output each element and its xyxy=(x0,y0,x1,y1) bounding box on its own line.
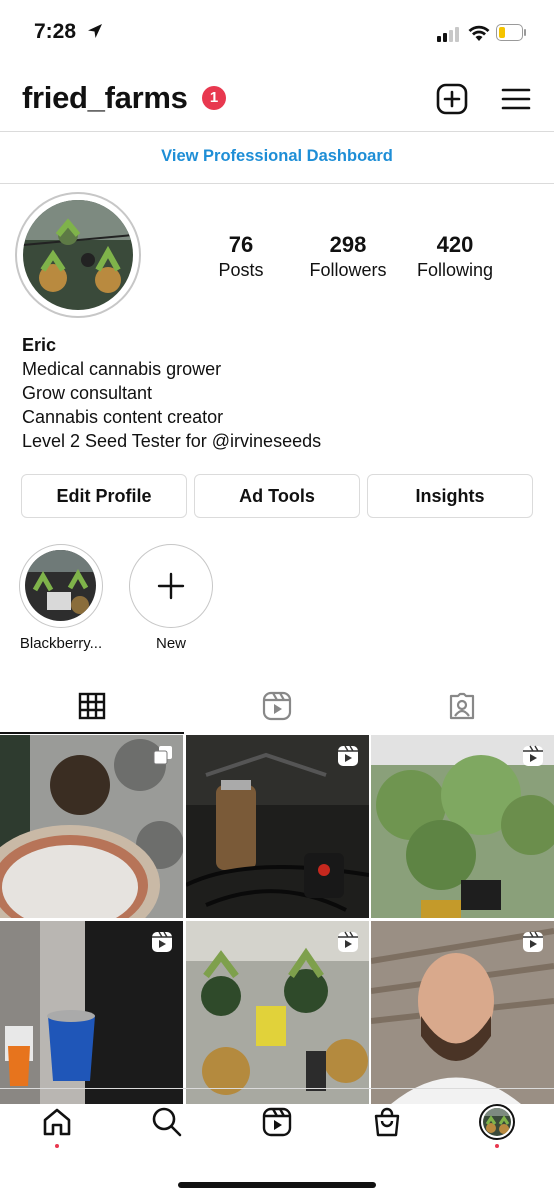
stat-label: Posts xyxy=(218,260,264,280)
highlight-blackberry[interactable] xyxy=(19,544,103,628)
nav-divider xyxy=(0,1088,554,1089)
highlight-label: New xyxy=(155,635,186,652)
home-indicator xyxy=(178,1182,376,1188)
wifi-icon xyxy=(468,25,490,41)
reel-indicator-icon xyxy=(152,931,172,952)
new-highlight-button[interactable] xyxy=(129,544,213,628)
tagged-user-icon xyxy=(449,692,475,720)
header-divider xyxy=(0,131,554,132)
grid-post[interactable] xyxy=(186,921,369,1104)
stat-followers[interactable]: 298 Followers xyxy=(302,232,394,281)
nav-profile[interactable] xyxy=(472,1100,522,1144)
active-tab-indicator xyxy=(0,732,184,734)
ad-tools-button[interactable]: Ad Tools xyxy=(194,474,360,518)
grid-post[interactable] xyxy=(371,921,554,1104)
reel-indicator-icon xyxy=(523,745,543,766)
insights-button[interactable]: Insights xyxy=(367,474,533,518)
profile-bio: Eric Medical cannabis grower Grow consul… xyxy=(22,333,321,453)
profile-notification-dot xyxy=(495,1144,499,1148)
profile-username[interactable]: fried_farms xyxy=(22,80,188,116)
reel-indicator-icon xyxy=(338,745,358,766)
create-post-button[interactable] xyxy=(435,82,469,116)
edit-profile-button[interactable]: Edit Profile xyxy=(21,474,187,518)
search-icon xyxy=(152,1107,182,1137)
stat-posts[interactable]: 76 Posts xyxy=(206,232,276,281)
stat-label: Followers xyxy=(309,260,387,280)
stat-following[interactable]: 420 Following xyxy=(410,232,500,281)
professional-dashboard-link[interactable]: View Professional Dashboard xyxy=(0,147,554,166)
grid-icon xyxy=(78,692,106,720)
location-arrow-icon xyxy=(87,24,102,38)
stat-value: 76 xyxy=(228,232,254,257)
reels-icon xyxy=(262,1107,292,1137)
avatar[interactable] xyxy=(23,200,133,310)
signal-icon xyxy=(437,26,461,42)
bio-line: Cannabis content creator xyxy=(22,407,224,427)
reel-indicator-icon xyxy=(523,931,543,952)
nav-search[interactable] xyxy=(142,1100,192,1144)
profile-name: Eric xyxy=(22,335,57,355)
nav-home[interactable] xyxy=(32,1100,82,1144)
bio-line: Grow consultant xyxy=(22,383,153,403)
stat-value: 420 xyxy=(436,232,474,257)
plus-icon xyxy=(157,572,185,600)
bio-line: Level 2 Seed Tester for @irvineseeds xyxy=(22,431,322,451)
profile-avatar-icon xyxy=(479,1104,515,1140)
nav-shop[interactable] xyxy=(362,1100,412,1144)
stat-value: 298 xyxy=(329,232,367,257)
home-icon xyxy=(43,1108,71,1136)
hamburger-menu-icon xyxy=(501,88,531,110)
tab-posts-grid[interactable] xyxy=(0,686,184,726)
grid-post[interactable] xyxy=(0,735,183,918)
status-time: 7:28 xyxy=(34,20,104,44)
highlight-label: Blackberry... xyxy=(19,635,103,652)
tab-tagged[interactable] xyxy=(370,686,554,726)
dashboard-divider xyxy=(0,183,554,184)
shopping-bag-icon xyxy=(374,1107,400,1137)
grid-post[interactable] xyxy=(186,735,369,918)
tab-reels[interactable] xyxy=(185,686,369,726)
nav-reels[interactable] xyxy=(252,1100,302,1144)
reel-indicator-icon xyxy=(338,931,358,952)
reels-icon xyxy=(262,691,292,721)
menu-button[interactable] xyxy=(499,82,533,116)
notification-badge[interactable]: 1 xyxy=(202,86,226,110)
carousel-icon xyxy=(153,746,172,765)
plus-square-icon xyxy=(436,83,468,115)
bio-line: Medical cannabis grower xyxy=(22,359,222,379)
home-notification-dot xyxy=(55,1144,59,1148)
grid-post[interactable] xyxy=(371,735,554,918)
battery-icon xyxy=(496,24,526,41)
stat-label: Following xyxy=(416,260,494,280)
grid-post[interactable] xyxy=(0,921,183,1104)
